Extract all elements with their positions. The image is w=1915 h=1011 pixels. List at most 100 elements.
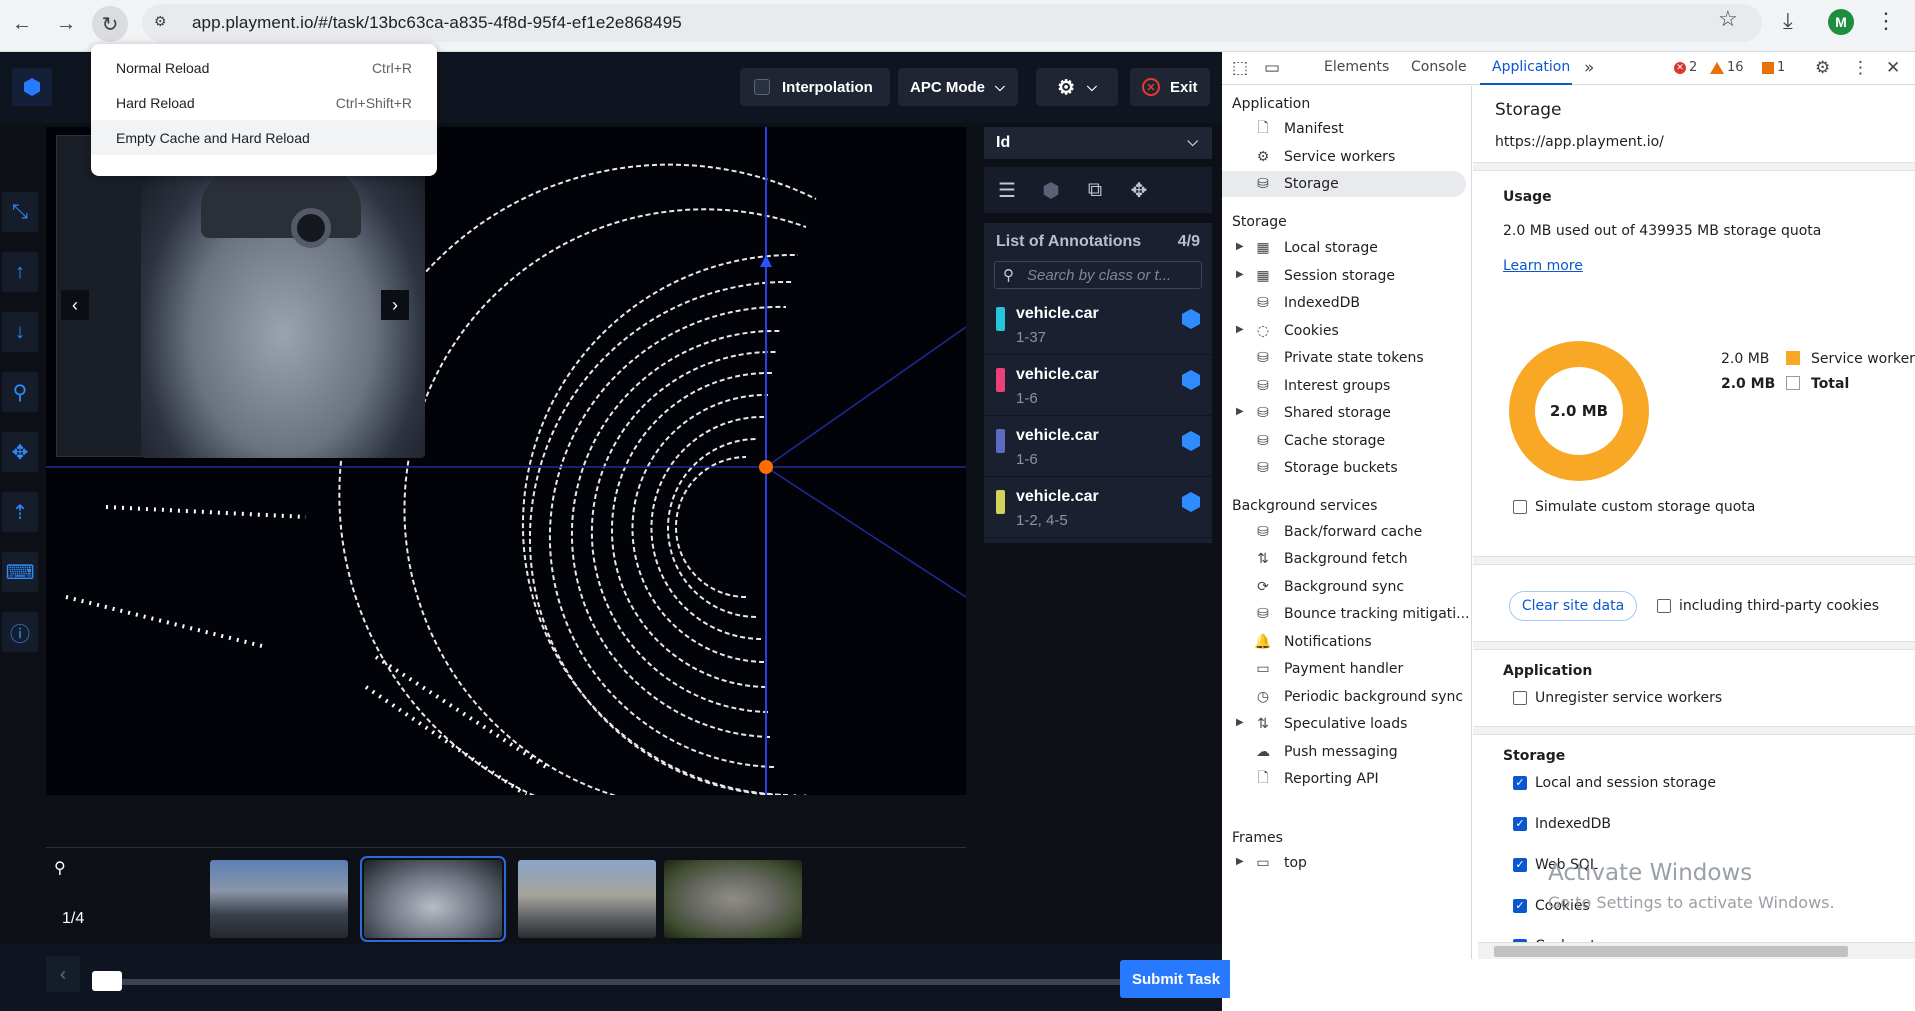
- sidebar-item-storage[interactable]: ⛁ Storage: [1222, 171, 1466, 197]
- close-icon[interactable]: ✕: [1886, 58, 1900, 78]
- lidar-viewport[interactable]: ‹ ›: [46, 127, 966, 795]
- device-toolbar-icon[interactable]: ▭: [1264, 58, 1280, 78]
- horizontal-scrollbar[interactable]: [1478, 942, 1915, 959]
- third-party-cookies-checkbox[interactable]: [1657, 599, 1671, 613]
- warning-count[interactable]: 16: [1710, 60, 1744, 75]
- annotation-item[interactable]: vehicle.car 1-6: [984, 356, 1212, 416]
- cuboid-delete-icon[interactable]: ⬢: [1036, 175, 1066, 205]
- tab-console[interactable]: Console: [1411, 59, 1467, 75]
- timeline-handle[interactable]: [92, 971, 122, 991]
- sidebar-item-bounce-tracking[interactable]: ⛁ Bounce tracking mitigati...: [1222, 601, 1470, 627]
- interpolation-toggle[interactable]: Interpolation: [740, 68, 890, 106]
- frame-thumbnail[interactable]: [518, 860, 656, 938]
- settings-gear-icon[interactable]: ⚙: [1815, 58, 1830, 78]
- profile-avatar[interactable]: M: [1828, 9, 1854, 35]
- menu-kebab-icon[interactable]: ⋮: [1875, 8, 1897, 34]
- cookies-checkbox[interactable]: ✓: [1513, 899, 1527, 913]
- unregister-sw-checkbox[interactable]: [1513, 691, 1527, 705]
- simulate-quota-checkbox[interactable]: [1513, 500, 1527, 514]
- local-session-checkbox[interactable]: ✓: [1513, 776, 1527, 790]
- id-dropdown[interactable]: Id ⌵: [984, 127, 1212, 159]
- interpolation-checkbox[interactable]: [754, 79, 770, 95]
- mode-dropdown[interactable]: APC Mode ⌵: [898, 68, 1018, 106]
- download-icon[interactable]: ⤓: [1783, 8, 1793, 34]
- sidebar-item-cookies[interactable]: ▶ ◌ Cookies: [1222, 318, 1470, 344]
- sidebar-item-speculative-loads[interactable]: ▶ ⇅ Speculative loads: [1222, 711, 1470, 737]
- chevron-left-icon[interactable]: ‹: [61, 290, 89, 320]
- sidebar-item-frame-top[interactable]: ▶ ▭ top: [1222, 850, 1470, 876]
- copy-icon[interactable]: ⧉: [1080, 175, 1110, 205]
- site-settings-icon[interactable]: ⚙: [154, 13, 176, 33]
- tab-application[interactable]: Application: [1492, 59, 1570, 75]
- forward-arrow-icon[interactable]: →: [48, 6, 84, 42]
- sidebar-item-notifications[interactable]: 🔔 Notifications: [1222, 629, 1470, 655]
- chevron-left-icon[interactable]: ‹: [46, 956, 80, 992]
- devtools-menu-icon[interactable]: ⋮: [1852, 58, 1869, 78]
- sidebar-item-local-storage[interactable]: ▶ ▦ Local storage: [1222, 235, 1470, 261]
- sidebar-item-storage-buckets[interactable]: ⛁ Storage buckets: [1222, 455, 1470, 481]
- frame-thumbnail[interactable]: [664, 860, 802, 938]
- reload-icon[interactable]: ↻: [92, 6, 128, 42]
- url-text[interactable]: app.playment.io/#/task/13bc63ca-a835-4f8…: [192, 13, 682, 33]
- sidebar-item-cache-storage[interactable]: ⛁ Cache storage: [1222, 428, 1470, 454]
- sidebar-item-session-storage[interactable]: ▶ ▦ Session storage: [1222, 263, 1470, 289]
- sidebar-item-reporting-api[interactable]: 🗋 Reporting API: [1222, 766, 1470, 792]
- annotation-item[interactable]: vehicle.car 1-37: [984, 295, 1212, 355]
- frame-thumbnail[interactable]: [210, 860, 348, 938]
- compress-icon[interactable]: ⤡: [2, 192, 38, 232]
- back-arrow-icon[interactable]: ←: [4, 6, 40, 42]
- annotation-search-input[interactable]: ⚲ Search by class or t...: [994, 261, 1202, 289]
- upload-arrow-icon[interactable]: ⇡: [2, 492, 38, 532]
- websql-checkbox[interactable]: ✓: [1513, 858, 1527, 872]
- menu-item-normal-reload[interactable]: Normal Reload Ctrl+R: [91, 50, 437, 85]
- magnifier-icon[interactable]: ⚲: [54, 858, 66, 878]
- expand-arrow-icon[interactable]: ▶: [1236, 856, 1244, 867]
- learn-more-link[interactable]: Learn more: [1503, 258, 1583, 274]
- zoom-icon[interactable]: ⚲: [2, 372, 38, 412]
- sidebar-item-manifest[interactable]: 🗋 Manifest: [1222, 116, 1470, 142]
- clear-site-data-button[interactable]: Clear site data: [1509, 591, 1637, 621]
- expand-arrow-icon[interactable]: ▶: [1236, 406, 1244, 417]
- cuboid-list-icon[interactable]: ☰: [992, 175, 1022, 205]
- annotation-item[interactable]: vehicle.car 1-6: [984, 417, 1212, 477]
- sidebar-item-service-workers[interactable]: ⚙ Service workers: [1222, 144, 1470, 170]
- indexeddb-checkbox[interactable]: ✓: [1513, 817, 1527, 831]
- menu-item-empty-cache-hard-reload[interactable]: Empty Cache and Hard Reload: [91, 120, 437, 155]
- more-tabs-icon[interactable]: »: [1584, 58, 1594, 78]
- sidebar-item-shared-storage[interactable]: ▶ ⛁ Shared storage: [1222, 400, 1470, 426]
- sidebar-item-payment-handler[interactable]: ▭ Payment handler: [1222, 656, 1470, 682]
- move-icon[interactable]: ✥: [1124, 175, 1154, 205]
- expand-arrow-icon[interactable]: ▶: [1236, 324, 1244, 335]
- error-count[interactable]: ✕ 2: [1674, 60, 1697, 75]
- tab-elements[interactable]: Elements: [1324, 59, 1389, 75]
- fit-view-icon[interactable]: ✥: [2, 432, 38, 472]
- info-icon[interactable]: ⓘ: [2, 612, 38, 652]
- timeline-track[interactable]: [92, 979, 1122, 985]
- sidebar-item-push-messaging[interactable]: ☁ Push messaging: [1222, 739, 1470, 765]
- arrow-up-icon[interactable]: ↑: [2, 252, 38, 292]
- arrow-down-icon[interactable]: ↓: [2, 312, 38, 352]
- sidebar-item-interest-groups[interactable]: ⛁ Interest groups: [1222, 373, 1470, 399]
- expand-arrow-icon[interactable]: ▶: [1236, 717, 1244, 728]
- address-bar[interactable]: ⚙ app.playment.io/#/task/13bc63ca-a835-4…: [142, 4, 1762, 42]
- chevron-right-icon[interactable]: ›: [381, 290, 409, 320]
- sidebar-item-private-state-tokens[interactable]: ⛁ Private state tokens: [1222, 345, 1470, 371]
- bookmark-star-icon[interactable]: ☆: [1718, 6, 1738, 32]
- annotation-item[interactable]: vehicle.car 1-2, 4-5: [984, 478, 1212, 538]
- exit-button[interactable]: ✕ Exit: [1130, 68, 1210, 106]
- sidebar-item-indexeddb[interactable]: ⛁ IndexedDB: [1222, 290, 1470, 316]
- sidebar-item-periodic-sync[interactable]: ◷ Periodic background sync: [1222, 684, 1470, 710]
- keyboard-icon[interactable]: ⌨: [2, 552, 38, 592]
- settings-dropdown[interactable]: ⚙ ⌵: [1036, 68, 1118, 106]
- expand-arrow-icon[interactable]: ▶: [1236, 269, 1244, 280]
- submit-task-button[interactable]: Submit Task: [1120, 960, 1230, 998]
- menu-item-hard-reload[interactable]: Hard Reload Ctrl+Shift+R: [91, 85, 437, 120]
- scrollbar-thumb[interactable]: [1494, 946, 1848, 957]
- sidebar-item-back-forward-cache[interactable]: ⛁ Back/forward cache: [1222, 519, 1470, 545]
- issue-count[interactable]: 1: [1762, 60, 1785, 75]
- sidebar-item-background-sync[interactable]: ⟳ Background sync: [1222, 574, 1470, 600]
- app-logo-icon[interactable]: [12, 68, 52, 106]
- expand-arrow-icon[interactable]: ▶: [1236, 241, 1244, 252]
- camera-preview[interactable]: ‹ ›: [56, 135, 425, 458]
- inspect-element-icon[interactable]: ⬚: [1232, 58, 1248, 78]
